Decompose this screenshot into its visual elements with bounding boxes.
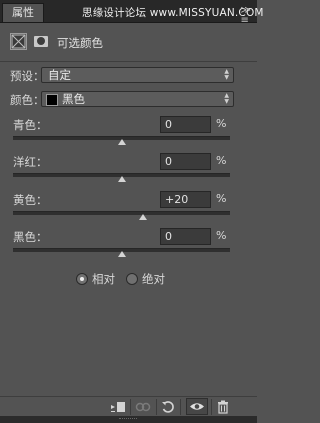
toolbar-divider xyxy=(156,399,157,415)
magenta-slider-thumb[interactable] xyxy=(117,176,126,182)
adjustment-title: 可选颜色 xyxy=(57,36,103,50)
clip-to-layer-icon[interactable] xyxy=(110,400,126,414)
layer-mask-icon[interactable] xyxy=(34,36,48,47)
dropdown-arrows-icon: ▲ ▼ xyxy=(224,68,229,81)
slider-label-cyan: 青色： xyxy=(13,118,48,132)
magenta-input[interactable]: 0 xyxy=(160,153,211,170)
slider-label-yellow: 黄色： xyxy=(13,193,48,207)
magenta-unit: % xyxy=(216,154,227,167)
absolute-radio[interactable] xyxy=(126,273,138,285)
header-divider xyxy=(0,61,257,62)
preset-dropdown[interactable]: 自定 ▲ ▼ xyxy=(41,67,234,83)
panel-menu-icon[interactable]: ≫ ≡ xyxy=(241,6,251,26)
cyan-slider-thumb[interactable] xyxy=(117,139,126,145)
black-unit: % xyxy=(216,229,227,242)
resize-grip-icon[interactable] xyxy=(119,418,137,421)
toolbar-divider xyxy=(130,399,131,415)
absolute-label: 绝对 xyxy=(142,272,165,286)
colors-value: 黑色 xyxy=(62,92,85,106)
dropdown-arrows-icon: ▲ ▼ xyxy=(224,92,229,105)
yellow-input[interactable]: +20 xyxy=(160,191,211,208)
bottom-toolbar xyxy=(0,396,257,417)
colors-label: 颜色： xyxy=(10,93,45,107)
toolbar-divider xyxy=(180,399,181,415)
selective-color-adjustment-icon[interactable] xyxy=(10,33,27,50)
black-slider-thumb[interactable] xyxy=(117,251,126,257)
cyan-unit: % xyxy=(216,117,227,130)
relative-radio[interactable] xyxy=(76,273,88,285)
slider-label-magenta: 洋红： xyxy=(13,155,48,169)
color-swatch xyxy=(46,94,58,106)
visibility-eye-icon[interactable] xyxy=(186,398,208,415)
black-input[interactable]: 0 xyxy=(160,228,211,245)
panel-footer xyxy=(0,416,257,423)
watermark-text: 思缘设计论坛 www.MISSYUAN.COM xyxy=(82,7,264,19)
slider-label-black: 黑色： xyxy=(13,230,48,244)
trash-icon[interactable] xyxy=(216,400,230,414)
yellow-slider-track[interactable] xyxy=(13,211,230,215)
cyan-input[interactable]: 0 xyxy=(160,116,211,133)
toolbar-divider xyxy=(211,399,212,415)
view-previous-state-icon[interactable] xyxy=(134,400,152,414)
tab-properties[interactable]: 属性 xyxy=(2,3,44,22)
preset-value: 自定 xyxy=(48,68,71,82)
reset-icon[interactable] xyxy=(161,400,175,414)
colors-dropdown[interactable]: 黑色 ▲ ▼ xyxy=(41,91,234,107)
relative-label: 相对 xyxy=(92,272,115,286)
preset-label: 预设： xyxy=(10,69,45,83)
yellow-unit: % xyxy=(216,192,227,205)
panel-header: 属性 思缘设计论坛 www.MISSYUAN.COM ≫ ≡ xyxy=(0,0,264,26)
yellow-slider-thumb[interactable] xyxy=(139,214,148,220)
